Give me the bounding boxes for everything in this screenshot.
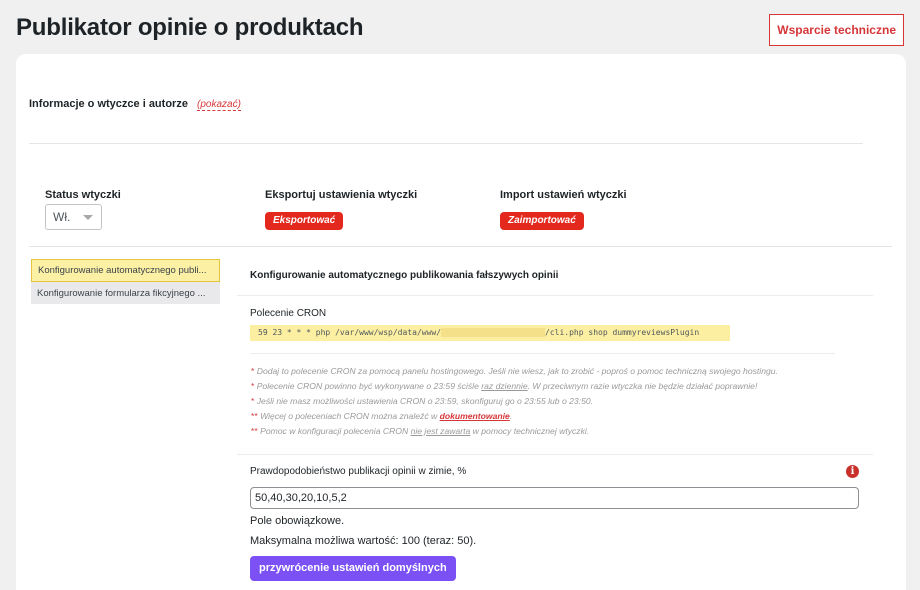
- redacted-path: [441, 328, 546, 337]
- chevron-down-icon: [83, 215, 93, 220]
- export-label: Eksportuj ustawienia wtyczki: [265, 189, 418, 201]
- status-label: Status wtyczki: [45, 189, 121, 201]
- show-info-link[interactable]: (pokazać): [197, 99, 241, 111]
- cron-label: Polecenie CRON: [250, 308, 327, 319]
- import-button[interactable]: Zaimportować: [500, 212, 584, 230]
- divider: [29, 143, 863, 144]
- cron-notes: * Dodaj to polecenie CRON za pomocą pane…: [251, 364, 871, 439]
- status-select[interactable]: Wł.: [45, 204, 102, 230]
- probability-label: Prawdopodobieństwo publikacji opinii w z…: [250, 466, 467, 477]
- support-button[interactable]: Wsparcie techniczne: [769, 14, 904, 46]
- plugin-info-row: Informacje o wtyczce i autorze (pokazać): [29, 98, 241, 111]
- max-value-help-text: Maksymalna możliwa wartość: 100 (teraz: …: [250, 535, 477, 547]
- sidebar-nav: Konfigurowanie automatycznego publi... K…: [31, 259, 220, 305]
- info-icon[interactable]: i: [846, 465, 859, 478]
- probability-input[interactable]: 50,40,30,20,10,5,2: [250, 487, 859, 509]
- divider: [250, 353, 835, 354]
- divider: [237, 295, 873, 296]
- page-title: Publikator opinie o produktach: [16, 14, 364, 41]
- section-title: Konfigurowanie automatycznego publikowan…: [250, 270, 559, 281]
- sidebar-item-fake-form[interactable]: Konfigurowanie formularza fikcyjnego ...: [31, 282, 220, 305]
- required-help-text: Pole obowiązkowe.: [250, 515, 345, 527]
- import-label: Import ustawień wtyczki: [500, 189, 627, 201]
- export-button[interactable]: Eksportować: [265, 212, 344, 230]
- sidebar-item-auto-publish[interactable]: Konfigurowanie automatycznego publi...: [31, 259, 220, 282]
- note-item: * Dodaj to polecenie CRON za pomocą pane…: [251, 366, 778, 376]
- divider: [29, 246, 892, 247]
- plugin-info-label: Informacje o wtyczce i autorze: [29, 98, 188, 110]
- note-item: ** Więcej o poleceniach CRON można znale…: [251, 411, 513, 421]
- restore-defaults-button[interactable]: przywrócenie ustawień domyślnych: [250, 556, 456, 581]
- settings-card: [16, 54, 906, 590]
- divider: [237, 454, 873, 455]
- cron-command-prefix: 59 23 * * * php /var/www/wsp/data/www/: [258, 328, 442, 337]
- note-item: ** Pomoc w konfiguracji polecenia CRON n…: [251, 426, 590, 436]
- cron-command-suffix: /cli.php shop dummyreviewsPlugin: [545, 328, 700, 337]
- documentation-link[interactable]: dokumentowanie: [440, 411, 510, 421]
- note-item: * Jeśli nie masz możliwości ustawienia C…: [251, 396, 594, 406]
- note-item: * Polecenie CRON powinno być wykonywane …: [251, 381, 758, 391]
- status-value: Wł.: [53, 210, 71, 224]
- cron-command[interactable]: 59 23 * * * php /var/www/wsp/data/www/ /c…: [250, 325, 730, 341]
